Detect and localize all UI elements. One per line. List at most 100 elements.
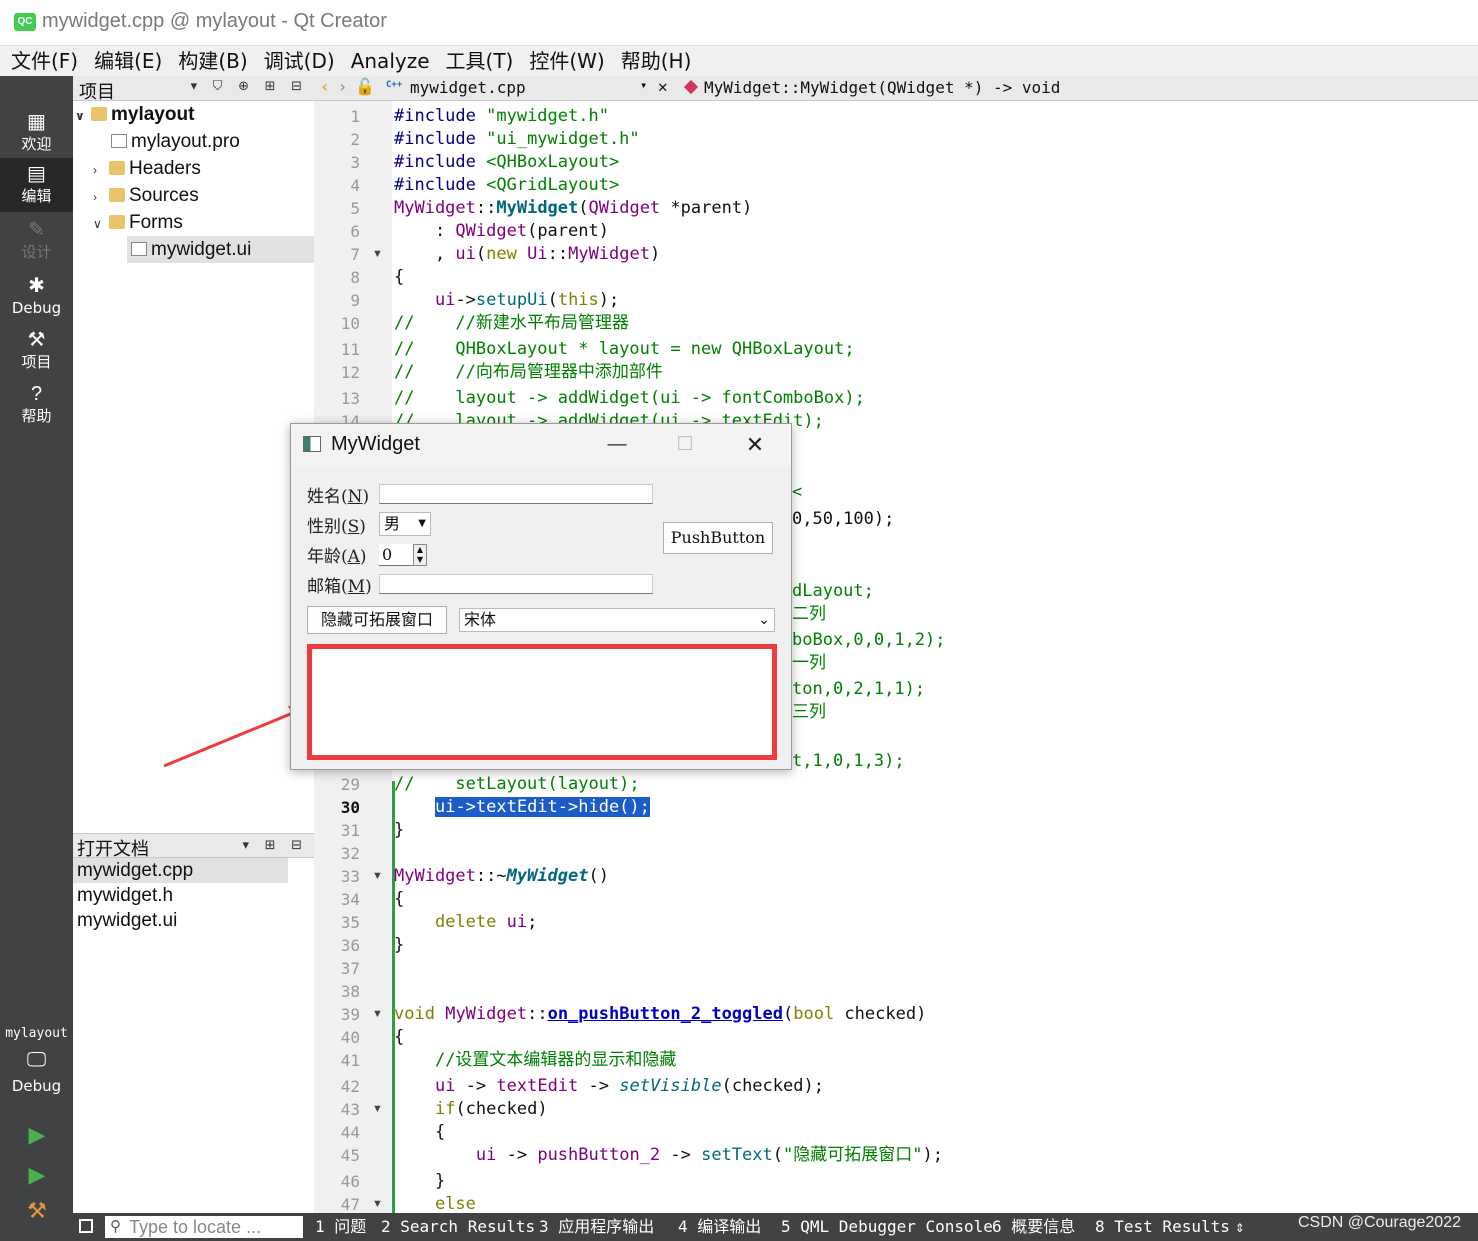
open-doc-item[interactable]: mywidget.ui: [73, 908, 288, 933]
menu-tools[interactable]: 工具(T): [441, 46, 519, 76]
bug-icon: ✱: [28, 275, 45, 297]
target-selector[interactable]: mylayout 🖵 Debug: [0, 1020, 73, 1110]
code-line: {: [394, 1027, 405, 1047]
code-fragment: dLayout;: [792, 581, 874, 601]
document-icon: ▤: [27, 163, 46, 185]
code-line: ui->textEdit->hide();: [394, 796, 650, 819]
tree-node-ui[interactable]: mywidget.ui: [127, 236, 314, 263]
line-number: 33: [340, 867, 360, 886]
chevron-right-icon[interactable]: ›: [93, 184, 109, 211]
tree-node-headers[interactable]: › Headers: [93, 155, 201, 182]
close-button[interactable]: ✕: [735, 430, 775, 460]
back-icon[interactable]: ‹: [320, 77, 338, 96]
run-icon[interactable]: ▶: [24, 1122, 50, 1148]
fold-arrow-icon[interactable]: ▼: [372, 243, 383, 266]
gender-value: 男: [384, 514, 401, 533]
mode-debug[interactable]: ✱ Debug: [0, 270, 73, 324]
age-spinbox[interactable]: 0 ▲ ▼: [379, 544, 427, 566]
selected-code[interactable]: ui->textEdit->hide();: [434, 797, 650, 817]
menu-analyze[interactable]: Analyze: [346, 46, 435, 76]
mode-welcome[interactable]: ▦ 欢迎: [0, 106, 73, 160]
line-number: 31: [340, 821, 360, 840]
project-folder-icon: [91, 107, 107, 121]
mode-design-label: 设计: [21, 243, 52, 261]
editor-file-name[interactable]: mywidget.cpp: [410, 78, 526, 97]
dialog-title-bar[interactable]: MyWidget — ☐ ✕: [291, 424, 791, 466]
open-doc-item[interactable]: mywidget.h: [73, 883, 288, 908]
menu-help[interactable]: 帮助(H): [616, 46, 697, 76]
chevron-down-icon[interactable]: ∨: [93, 211, 109, 238]
output-tab-tests[interactable]: 8 Test Results: [1095, 1213, 1230, 1241]
email-input[interactable]: [379, 574, 653, 594]
current-line-number: 30: [340, 798, 360, 817]
push-button[interactable]: PushButton: [663, 522, 773, 554]
output-tab-search[interactable]: 2 Search Results: [381, 1213, 535, 1241]
gender-combobox[interactable]: 男 ▼: [379, 512, 431, 536]
mode-projects[interactable]: ⚒ 项目: [0, 324, 73, 378]
tree-node-sources[interactable]: › Sources: [93, 182, 199, 209]
mode-welcome-label: 欢迎: [21, 135, 52, 153]
locator-placeholder: Type to locate ...: [129, 1217, 262, 1237]
search-icon: ⚲: [110, 1218, 121, 1235]
output-tab-qml-console[interactable]: 5 QML Debugger Console: [781, 1213, 993, 1241]
tree-node-mylayout[interactable]: ∨ mylayout: [75, 101, 194, 128]
code-line: #include <QHBoxLayout>: [394, 152, 620, 172]
mode-debug-label: Debug: [11, 299, 62, 317]
fold-arrow-icon[interactable]: ▼: [372, 1098, 383, 1121]
chevron-down-icon: ▼: [418, 518, 426, 529]
locator-input[interactable]: ⚲ Type to locate ...: [105, 1216, 303, 1238]
mode-edit[interactable]: ▤ 编辑: [0, 158, 73, 212]
toggle-sidebar-icon[interactable]: [79, 1219, 93, 1233]
close-icon[interactable]: ✕: [658, 77, 668, 96]
editor-toolbar: ‹›🔓 C++ mywidget.cpp ▾ ✕ MyWidget::MyWid…: [314, 76, 1478, 101]
name-input[interactable]: [379, 484, 653, 504]
line-number: 5: [350, 199, 360, 218]
output-tab-app-output[interactable]: 3 应用程序输出: [539, 1213, 654, 1241]
forward-icon[interactable]: ›: [338, 77, 356, 96]
menu-debug[interactable]: 调试(D): [259, 46, 340, 76]
pencil-icon: ✎: [28, 219, 45, 241]
code-line: delete ui;: [434, 912, 538, 932]
text-edit-area[interactable]: [307, 644, 777, 760]
name-label: 姓名(N): [307, 487, 370, 507]
editor-symbol-selector[interactable]: MyWidget::MyWidget(QWidget *) -> void: [704, 78, 1060, 97]
menu-edit[interactable]: 编辑(E): [89, 46, 167, 76]
toggle-expand-button[interactable]: 隐藏可拓展窗口: [307, 606, 447, 634]
menu-build[interactable]: 构建(B): [173, 46, 252, 76]
minimize-button[interactable]: —: [597, 430, 637, 460]
maximize-button[interactable]: ☐: [665, 430, 705, 460]
mode-help[interactable]: ? 帮助: [0, 378, 73, 432]
open-doc-item[interactable]: mywidget.cpp: [73, 858, 288, 883]
mode-edit-label: 编辑: [21, 187, 52, 205]
tree-node-forms[interactable]: ∨ Forms: [93, 209, 183, 236]
pro-file-icon: [111, 134, 127, 148]
fold-arrow-icon[interactable]: ▼: [372, 1003, 383, 1026]
line-number: 43: [340, 1100, 360, 1119]
output-tab-compile[interactable]: 4 编译输出: [678, 1213, 761, 1241]
menu-widgets[interactable]: 控件(W): [524, 46, 609, 76]
menu-file[interactable]: 文件(F): [6, 46, 83, 76]
gender-label: 性别(S): [307, 517, 366, 537]
mode-design[interactable]: ✎ 设计: [0, 214, 73, 268]
fold-arrow-icon[interactable]: ▼: [372, 865, 383, 888]
chevron-down-icon[interactable]: ∨: [75, 103, 91, 130]
code-line: {: [394, 889, 405, 909]
line-number: 34: [340, 890, 360, 909]
code-fragment: 二列: [792, 604, 826, 624]
chevron-down-icon[interactable]: ▾: [640, 78, 647, 92]
chevron-right-icon[interactable]: ›: [93, 157, 109, 184]
watermark: CSDN @Courage2022: [1298, 1214, 1461, 1231]
open-documents-tools[interactable]: ▾ ⊞ ⊟: [242, 837, 308, 853]
tree-node-pro[interactable]: mylayout.pro: [111, 128, 240, 155]
up-down-arrows-icon[interactable]: ⇕: [1235, 1213, 1245, 1241]
project-pane-tools[interactable]: ▾ ⛉ ⊕ ⊞ ⊟: [191, 78, 308, 94]
font-combobox[interactable]: 宋体 ⌄: [459, 608, 775, 632]
mode-sidebar: ▦ 欢迎 ▤ 编辑 ✎ 设计 ✱ Debug ⚒ 项目 ? 帮助 mylayou…: [0, 76, 73, 1241]
spin-arrows-icon[interactable]: ▲ ▼: [413, 544, 427, 566]
debug-run-icon[interactable]: ▶: [24, 1162, 50, 1188]
output-tab-summary[interactable]: 6 概要信息: [992, 1213, 1075, 1241]
output-tab-issues[interactable]: 1 问题: [315, 1213, 366, 1241]
code-line: ui -> pushButton_2 -> setText("隐藏可拓展窗口")…: [475, 1145, 943, 1165]
hammer-build-icon[interactable]: ⚒: [24, 1198, 50, 1224]
tree-label: Sources: [129, 185, 199, 206]
